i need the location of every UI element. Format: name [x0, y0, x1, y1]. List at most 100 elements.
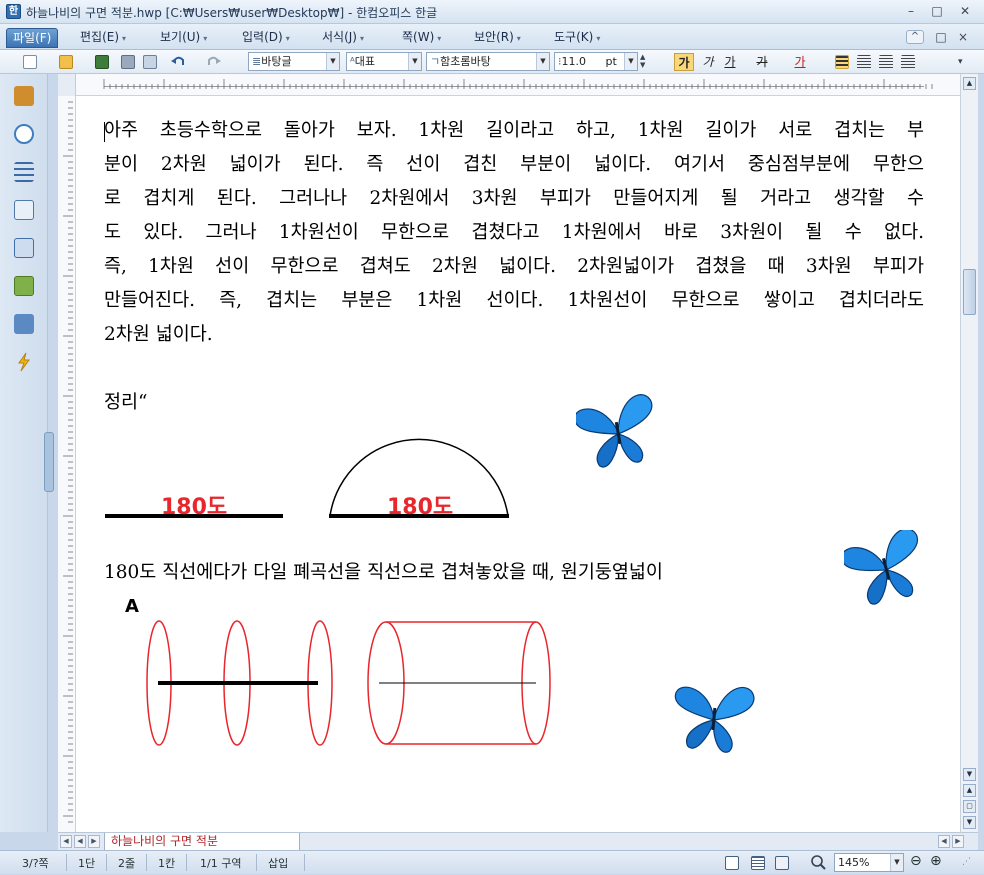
vertical-scrollbar[interactable]: ▲ ▼ ▲ ▢ ▼: [960, 74, 978, 832]
paragraph-line: 2차원 넓이다.: [104, 324, 213, 345]
horizontal-ruler: [58, 74, 960, 96]
paragraph-line: 즉, 1차원 선이 무한으로 겹쳐도 2차원 넓이다. 2차원넓이가 겹쳤을 때…: [104, 256, 924, 277]
tab-first-button[interactable]: ◀: [60, 835, 72, 848]
ribbon-collapse-button[interactable]: ^: [906, 30, 924, 44]
bold-button[interactable]: 가: [674, 53, 694, 71]
status-insert-mode[interactable]: 삽입: [268, 855, 288, 871]
line-angle-label: 180도: [161, 495, 228, 520]
zoom-in-icon[interactable]: ⊕: [930, 853, 942, 869]
paragraph-line: 분이 2차원 넓이가 된다. 즉 선이 겹친 부분이 넓이다. 여기서 중심점부…: [104, 154, 924, 175]
close-button[interactable]: ✕: [956, 4, 974, 20]
text-style-icon[interactable]: [14, 314, 34, 334]
scroll-down-button[interactable]: ▼: [963, 768, 976, 781]
gear-icon[interactable]: [14, 276, 34, 296]
view-normal-icon[interactable]: [724, 854, 740, 872]
size-stepper[interactable]: ▲ ▼: [640, 53, 652, 71]
font-color-button[interactable]: 가: [790, 53, 810, 71]
figure-caption: 180도 직선에다가 다일 폐곡선을 직선으로 겹쳐놓았을 때, 원기둥옆넓이: [104, 562, 663, 583]
format-toolbar: ≣바탕글 ▼ ᴬ대표 ▼ ㄱ함초롬바탕 ▼ ⁝11.0 pt ▼ ▲ ▼ 가 가 가 가 …: [0, 50, 984, 74]
form-icon[interactable]: [14, 238, 34, 258]
figure-cylinder: [146, 620, 551, 746]
vertical-ruler: [58, 96, 76, 832]
style-combo[interactable]: ≣바탕글 ▼: [248, 52, 340, 71]
hscroll-right-button[interactable]: ▶: [952, 835, 964, 848]
hscroll-left-button[interactable]: ◀: [938, 835, 950, 848]
font-name-combo[interactable]: ㄱ함초롬바탕 ▼: [426, 52, 550, 71]
italic-button[interactable]: 가: [698, 53, 718, 71]
ruler-corner: [58, 74, 76, 96]
menu-insert[interactable]: 입력(D) ▾: [242, 28, 290, 48]
minimize-button[interactable]: –: [902, 4, 920, 20]
tab-prev-button[interactable]: ◀: [74, 835, 86, 848]
status-bar: 3/?쪽 1단 2줄 1칸 1/1 구역 삽입 145% ▼ ⊖ ⊕ ⋰: [0, 850, 984, 874]
paragraph-line: 아주 초등수학으로 돌아가 보자. 1차원 길이라고 하고, 1차원 길이가 서…: [104, 120, 924, 141]
menu-view[interactable]: 보기(U) ▾: [160, 28, 207, 48]
prev-page-button[interactable]: ▲: [963, 784, 976, 797]
butterfly-image[interactable]: [844, 530, 928, 608]
next-page-button[interactable]: ▼: [963, 816, 976, 829]
menu-page[interactable]: 쪽(W) ▾: [402, 28, 441, 48]
butterfly-image[interactable]: [576, 394, 660, 472]
status-page: 3/?쪽: [22, 857, 49, 870]
redo-icon[interactable]: [206, 53, 222, 71]
left-sidebar: [0, 74, 48, 832]
toolbar-more-icon[interactable]: ▾: [958, 53, 974, 71]
menu-bar: 파일(F) 편집(E) ▾ 보기(U) ▾ 입력(D) ▾ 서식(J) ▾ 쪽(W) ▾ …: [0, 24, 984, 50]
open-folder-icon[interactable]: [58, 53, 74, 71]
zoom-search-icon[interactable]: [810, 854, 826, 872]
scroll-up-button[interactable]: ▲: [963, 77, 976, 90]
menu-format[interactable]: 서식(J) ▾: [322, 28, 364, 48]
paragraph-line: 도 있다. 그러나 1차원선이 무한으로 겹쳤다고 1차원에서 바로 3차원이 …: [104, 222, 924, 243]
underline-button[interactable]: 가: [720, 53, 740, 71]
align-right-icon[interactable]: [900, 53, 916, 71]
status-col: 1칸: [158, 857, 176, 870]
thick-line: [158, 681, 318, 685]
align-center-icon[interactable]: [878, 53, 894, 71]
list-icon[interactable]: [14, 162, 34, 182]
menu-edit[interactable]: 편집(E) ▾: [80, 28, 126, 48]
paragraph-line: 로 겹치게 된다. 그러나나 2차원에서 3차원 부피가 만들어지게 될 거라고…: [104, 188, 924, 209]
book-icon[interactable]: [14, 86, 34, 106]
page-icon[interactable]: [14, 200, 34, 220]
print-icon[interactable]: [120, 53, 136, 71]
status-line: 2줄: [118, 857, 136, 870]
align-left-icon[interactable]: [856, 53, 872, 71]
paragraph-line: 만들어진다. 즉, 겹치는 부분은 1차원 선이다. 1차원선이 무한으로 쌓이…: [104, 290, 924, 311]
font-rep-combo[interactable]: ᴬ대표 ▼: [346, 52, 422, 71]
menu-tools[interactable]: 도구(K) ▾: [554, 28, 600, 48]
arc-angle-label: 180도: [387, 495, 454, 520]
resize-grip-icon[interactable]: ⋰: [962, 857, 971, 867]
scroll-thumb[interactable]: [963, 269, 976, 315]
preview-icon[interactable]: [142, 53, 158, 71]
page-view-button[interactable]: ▢: [963, 800, 976, 813]
help-icon[interactable]: [14, 124, 34, 144]
align-justify-icon[interactable]: [834, 53, 850, 71]
document-page[interactable]: 아주 초등수학으로 돌아가 보자. 1차원 길이라고 하고, 1차원 길이가 서…: [76, 96, 960, 832]
zoom-combo[interactable]: 145% ▼: [834, 853, 904, 872]
doc-restore-button[interactable]: □: [932, 30, 950, 46]
new-doc-icon[interactable]: [22, 53, 38, 71]
hwp-app-icon[interactable]: 한: [6, 4, 21, 19]
menu-file[interactable]: 파일(F): [6, 28, 59, 48]
sidebar-collapse-handle[interactable]: [44, 432, 54, 492]
view-draft-icon[interactable]: [774, 854, 790, 872]
strike-button[interactable]: 가: [752, 53, 772, 71]
tab-next-button[interactable]: ▶: [88, 835, 100, 848]
undo-icon[interactable]: [170, 53, 186, 71]
lightning-icon[interactable]: [14, 352, 34, 372]
document-tab-bar: ◀ ◀ ▶ 하늘나비의 구면 적분 ◀ ▶: [58, 832, 978, 851]
menu-security[interactable]: 보안(R) ▾: [474, 28, 521, 48]
hwp-window: 한 하늘나비의 구면 적분.hwp [C:₩Users₩user₩Desktop…: [0, 0, 984, 874]
section-heading: 정리“: [104, 392, 148, 413]
font-size-combo[interactable]: ⁝11.0 pt ▼: [554, 52, 638, 71]
doc-close-button[interactable]: ×: [954, 30, 972, 46]
status-dan: 1단: [78, 857, 96, 870]
butterfly-image[interactable]: [672, 680, 756, 758]
tab-document[interactable]: 하늘나비의 구면 적분: [104, 833, 300, 851]
save-icon[interactable]: [94, 53, 110, 71]
maximize-button[interactable]: □: [928, 4, 946, 20]
status-section: 1/1 구역: [200, 857, 242, 870]
view-page-icon[interactable]: [750, 854, 766, 872]
window-title: 하늘나비의 구면 적분.hwp [C:₩Users₩user₩Desktop₩]…: [26, 6, 438, 20]
zoom-out-icon[interactable]: ⊖: [910, 853, 922, 869]
